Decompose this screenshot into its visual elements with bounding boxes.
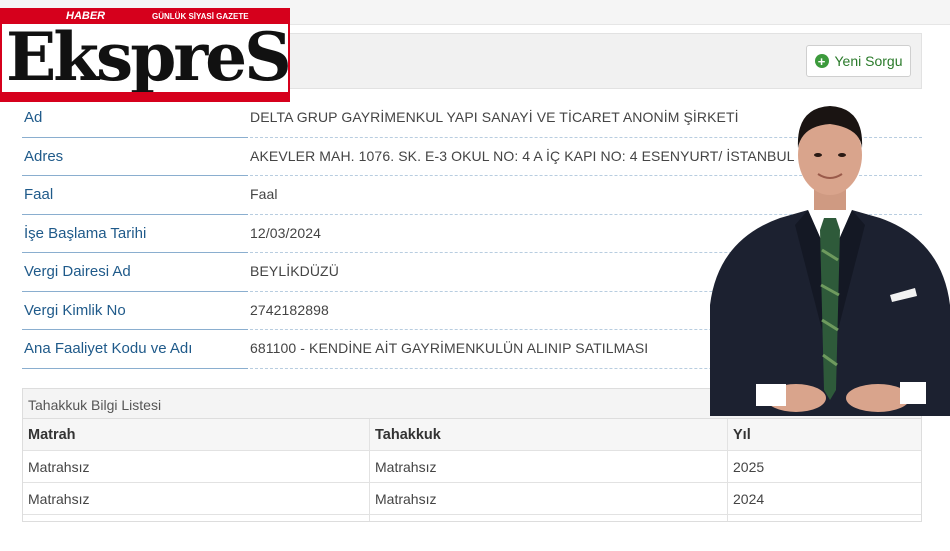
table-header-row: Matrah Tahakkuk Yıl (23, 419, 921, 451)
new-query-label: Yeni Sorgu (834, 53, 903, 69)
info-value: Faal (250, 186, 278, 202)
info-value: BEYLİKDÜZÜ (250, 263, 339, 279)
table-cell: Matrahsız (375, 459, 437, 475)
info-value: 681100 - KENDİNE AİT GAYRİMENKULÜN ALINI… (250, 340, 649, 356)
column-header: Matrah (28, 427, 76, 443)
plus-circle-icon: + (814, 54, 829, 68)
column-header: Tahakkuk (375, 427, 441, 443)
person-photo (710, 106, 950, 416)
table-row: Matrahsız Matrahsız 2024 (23, 483, 921, 515)
info-value: 12/03/2024 (250, 224, 322, 241)
info-label: Ana Faaliyet Kodu ve Adı (24, 340, 193, 357)
column-header: Yıl (733, 427, 751, 443)
new-query-button[interactable]: + Yeni Sorgu (806, 45, 911, 77)
table-cell: Matrahsız (28, 491, 90, 507)
table-row: Matrahsız Matrahsız 2025 (23, 451, 921, 483)
haber-ekspress-logo: HABER GÜNLÜK SİYASİ GAZETE EkspreSS (0, 8, 290, 102)
info-label: Faal (24, 186, 54, 203)
info-label: İşe Başlama Tarihi (24, 224, 147, 242)
logo-wordmark: EkspreSS (6, 18, 288, 96)
table-cell: 2025 (733, 459, 765, 475)
divider (22, 367, 248, 369)
table-cell: Matrahsız (28, 459, 90, 475)
table-cell: 2024 (733, 491, 765, 507)
info-label: Adres (24, 147, 64, 165)
info-value: DELTA GRUP GAYRİMENKUL YAPI SANAYİ VE Tİ… (250, 109, 739, 125)
info-label: Vergi Kimlik No (24, 301, 126, 319)
logo-bottom-bar (2, 92, 288, 100)
info-label: Ad (24, 109, 43, 126)
info-value: 2742182898 (250, 301, 329, 318)
column-divider (369, 419, 370, 521)
info-label: Vergi Dairesi Ad (24, 263, 131, 280)
table-cell: Matrahsız (375, 491, 437, 507)
column-divider (727, 419, 728, 521)
